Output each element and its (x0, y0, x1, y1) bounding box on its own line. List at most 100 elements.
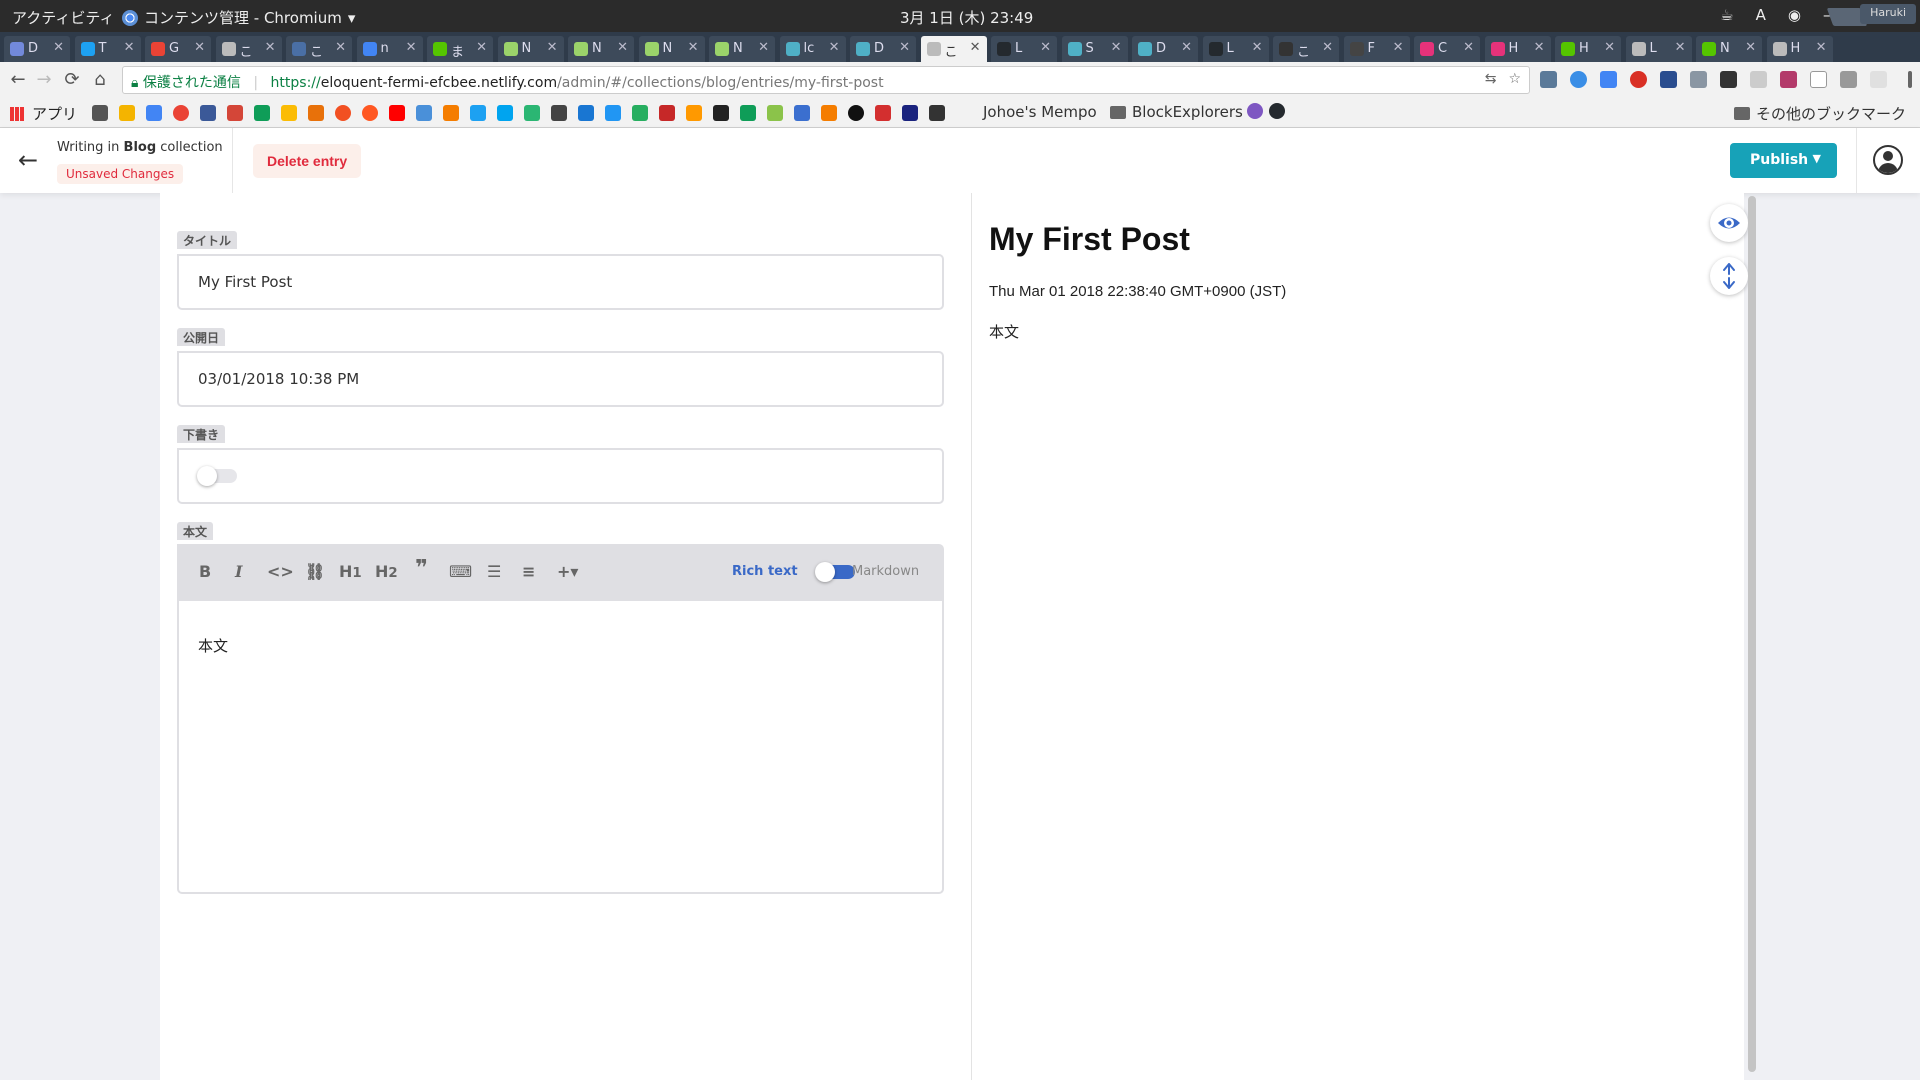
user-avatar[interactable] (1873, 145, 1903, 175)
bookmark-icon[interactable] (200, 105, 216, 121)
google-icon[interactable] (146, 105, 162, 121)
bookmark-icon[interactable] (794, 105, 810, 121)
extension-icon[interactable] (1750, 71, 1767, 88)
tab[interactable]: N ✕ (497, 36, 564, 62)
back-icon[interactable]: ← (6, 68, 30, 92)
tab-close-icon[interactable]: ✕ (1111, 40, 1122, 55)
heading-one-icon[interactable]: H1 (339, 562, 362, 581)
tab-close-icon[interactable]: ✕ (124, 40, 135, 55)
bookmark-icon[interactable] (524, 105, 540, 121)
extension-icon[interactable] (1870, 71, 1887, 88)
sync-scroll-button[interactable] (1710, 257, 1748, 295)
extension-icon[interactable] (1570, 71, 1587, 88)
youtube-icon[interactable] (389, 105, 405, 121)
italic-icon[interactable]: I (235, 562, 242, 581)
tab[interactable]: D ✕ (1132, 36, 1198, 62)
bookmark-icon[interactable] (119, 105, 135, 121)
bookmark-icon[interactable] (713, 105, 729, 121)
tab[interactable]: n ✕ (356, 36, 423, 62)
heading-two-icon[interactable]: H2 (375, 562, 398, 581)
tab-close-icon[interactable]: ✕ (1463, 40, 1474, 55)
tab-close-icon[interactable]: ✕ (547, 40, 558, 55)
tab[interactable]: N ✕ (638, 36, 705, 62)
draft-toggle[interactable] (197, 466, 237, 486)
tab-close-icon[interactable]: ✕ (476, 40, 487, 55)
app-menu[interactable]: コンテンツ管理 - Chromium ▾ (122, 7, 355, 28)
drive-icon[interactable] (254, 105, 270, 121)
tab-close-icon[interactable]: ✕ (1322, 40, 1333, 55)
blogger-icon[interactable] (821, 105, 837, 121)
bookmark-icon[interactable] (578, 105, 594, 121)
preview-scrollbar[interactable] (1748, 196, 1756, 1072)
tab[interactable]: T ✕ (74, 36, 141, 62)
numbered-list-icon[interactable]: ≡ (522, 562, 535, 581)
tab[interactable]: S ✕ (1061, 36, 1128, 62)
extension-icon[interactable] (1810, 71, 1827, 88)
discord-tray-icon[interactable]: ◉ (1788, 6, 1801, 24)
bookmark-icon[interactable] (632, 105, 648, 121)
tab-close-icon[interactable]: ✕ (265, 40, 276, 55)
extension-icon[interactable] (1660, 71, 1677, 88)
tab[interactable]: G ✕ (145, 36, 211, 62)
tab-close-icon[interactable]: ✕ (335, 40, 346, 55)
profile-badge[interactable]: Haruki (1860, 4, 1916, 24)
bookmark-star-icon[interactable]: ☆ (1508, 71, 1521, 87)
bookmark-icon[interactable] (308, 105, 324, 121)
tab[interactable]: N ✕ (1696, 36, 1762, 62)
gmail-icon[interactable] (227, 105, 243, 121)
publish-date-input[interactable]: 03/01/2018 10:38 PM (177, 351, 944, 407)
tab[interactable]: C ✕ (1414, 36, 1480, 62)
translate-icon[interactable]: ⇆ (1485, 71, 1497, 87)
tab-close-icon[interactable]: ✕ (1534, 40, 1545, 55)
link-icon[interactable]: ⛓ (305, 562, 325, 581)
amazon-icon[interactable] (686, 105, 702, 121)
tab-close-icon[interactable]: ✕ (1040, 40, 1051, 55)
github-icon[interactable] (1269, 103, 1285, 119)
extension-icon[interactable] (1600, 71, 1617, 88)
tab[interactable]: こ ✕ (1273, 36, 1339, 62)
home-icon[interactable]: ⌂ (88, 68, 112, 92)
tab-close-icon[interactable]: ✕ (1393, 40, 1404, 55)
tab-close-icon[interactable]: ✕ (1745, 40, 1756, 55)
extension-icon[interactable] (1630, 71, 1647, 88)
title-input[interactable]: My First Post (177, 254, 944, 310)
tab-close-icon[interactable]: ✕ (688, 40, 699, 55)
tab-close-icon[interactable]: ✕ (1252, 40, 1263, 55)
tab[interactable]: lc ✕ (779, 36, 846, 62)
bookmark-icon[interactable] (605, 105, 621, 121)
extension-icon[interactable] (1720, 71, 1737, 88)
bookmark-icon[interactable] (416, 105, 432, 121)
tab-close-icon[interactable]: ✕ (194, 40, 205, 55)
bookmark-icon[interactable] (902, 105, 918, 121)
preview-toggle-button[interactable] (1710, 204, 1748, 242)
publish-button[interactable]: Publish ▼ (1730, 143, 1837, 178)
bookmark-icon[interactable] (281, 105, 297, 121)
tab[interactable]: H ✕ (1766, 36, 1833, 62)
bookmark-folder-blockexplorers[interactable]: BlockExplorers (1110, 103, 1243, 121)
bookmark-icon[interactable] (362, 105, 378, 121)
chrome-menu-icon[interactable] (1908, 71, 1912, 88)
bookmark-icon[interactable] (848, 105, 864, 121)
tab-close-icon[interactable]: ✕ (1181, 40, 1192, 55)
windows-icon[interactable] (497, 105, 513, 121)
bookmark-icon[interactable] (875, 105, 891, 121)
bookmark-icon[interactable] (1247, 103, 1263, 119)
bookmark-icon[interactable] (659, 105, 675, 121)
clock[interactable]: 3月 1日 (木) 23:49 (900, 7, 1033, 28)
tab[interactable]: H ✕ (1555, 36, 1621, 62)
tab-close-icon[interactable]: ✕ (970, 40, 981, 55)
extension-icon[interactable] (1540, 71, 1557, 88)
tab[interactable]: F ✕ (1343, 36, 1410, 62)
extension-icon[interactable] (1840, 71, 1857, 88)
tab[interactable]: L ✕ (1202, 36, 1269, 62)
address-bar[interactable]: 🔒︎ 保護された通信 | https://eloquent-fermi-efcb… (122, 66, 1530, 94)
tab[interactable]: こ ✕ (215, 36, 282, 62)
tab-close-icon[interactable]: ✕ (1816, 40, 1827, 55)
star-bookmark-icon[interactable] (92, 105, 108, 121)
tab[interactable]: N ✕ (568, 36, 634, 62)
tab[interactable]: ま ✕ (427, 36, 493, 62)
tab-active[interactable]: こ ✕ (920, 36, 987, 62)
code-block-icon[interactable]: ⌨ (449, 562, 472, 581)
bold-icon[interactable]: B (199, 562, 211, 581)
extension-icon[interactable] (1690, 71, 1707, 88)
